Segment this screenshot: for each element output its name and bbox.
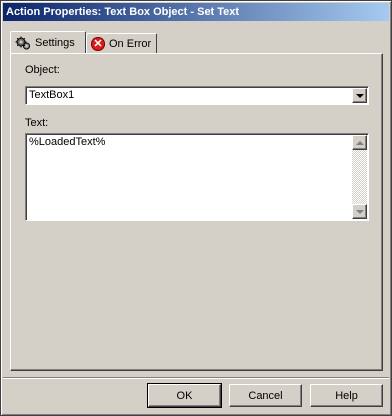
ok-button[interactable]: OK xyxy=(147,383,222,408)
scroll-down-icon xyxy=(355,209,364,214)
scroll-up-icon xyxy=(355,140,364,145)
title-bar[interactable]: Action Properties: Text Box Object - Set… xyxy=(3,3,389,21)
cancel-button[interactable]: Cancel xyxy=(229,384,302,407)
text-area-value: %LoadedText% xyxy=(29,136,106,148)
chevron-down-icon xyxy=(355,93,364,98)
text-area[interactable]: %LoadedText% xyxy=(25,133,369,221)
tab-settings-label: Settings xyxy=(35,36,75,49)
tab-settings[interactable]: Settings xyxy=(10,31,86,53)
object-dropdown-value: TextBox1 xyxy=(29,89,75,101)
tab-on-error-label: On Error xyxy=(109,37,152,50)
dropdown-button[interactable] xyxy=(352,88,367,103)
scroll-down-button[interactable] xyxy=(352,204,367,219)
scroll-up-button[interactable] xyxy=(352,135,367,150)
text-label: Text: xyxy=(25,117,49,129)
dialog-window: Action Properties: Text Box Object - Set… xyxy=(0,0,392,416)
gears-icon xyxy=(15,35,31,51)
help-button[interactable]: Help xyxy=(310,384,383,407)
error-x-icon: ✕ xyxy=(91,36,105,51)
scrollbar-track[interactable] xyxy=(352,150,367,204)
object-dropdown[interactable]: TextBox1 xyxy=(25,86,369,105)
separator xyxy=(3,377,389,379)
tab-on-error[interactable]: ✕ On Error xyxy=(86,33,157,53)
object-label: Object: xyxy=(25,64,60,76)
window-title: Action Properties: Text Box Object - Set… xyxy=(6,6,240,18)
